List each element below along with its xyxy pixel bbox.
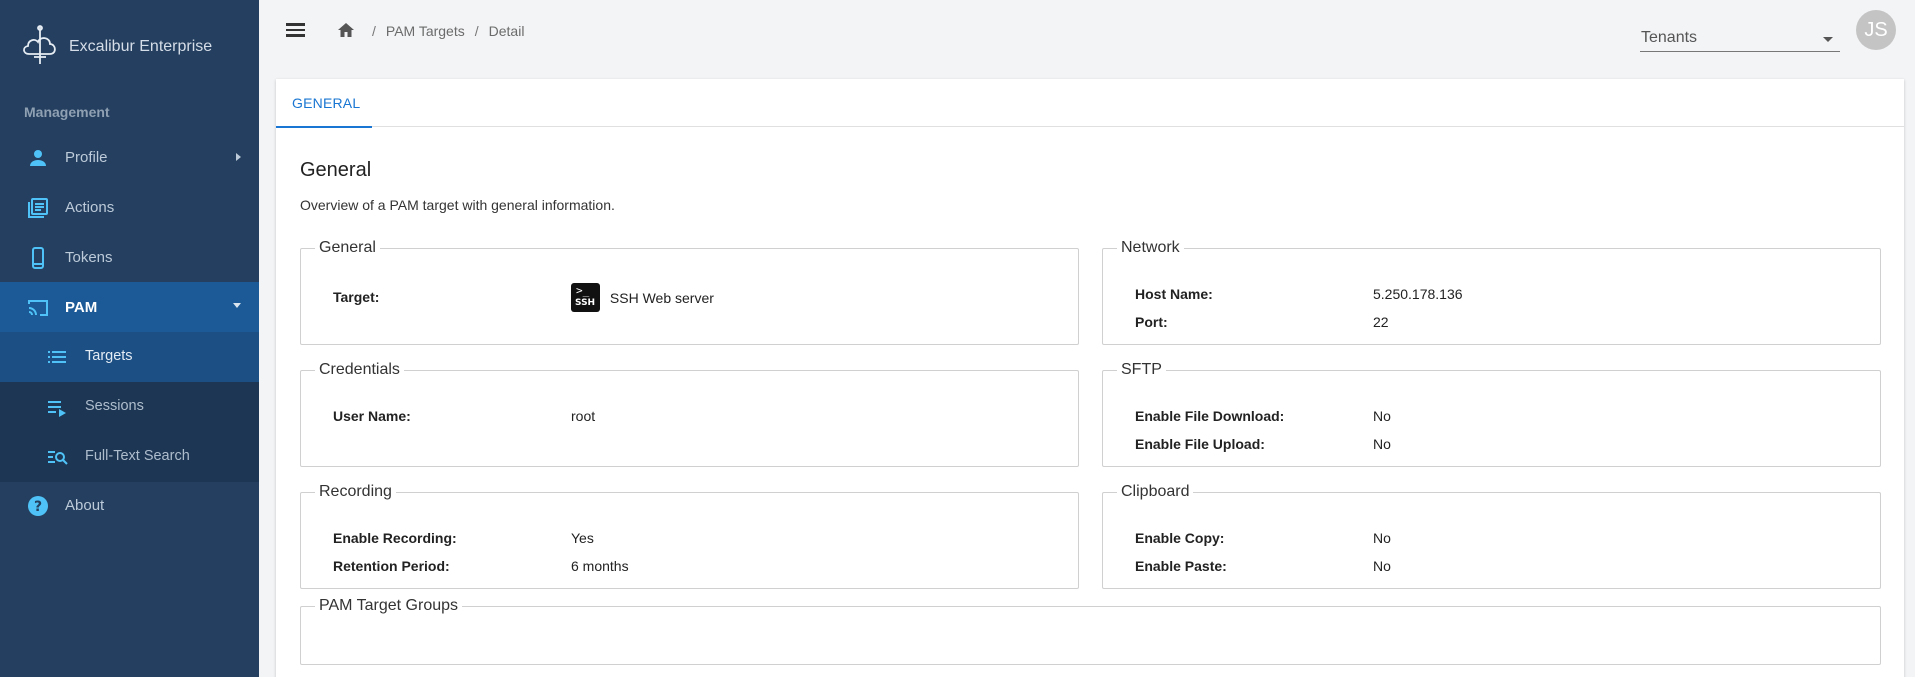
page-subtitle: Overview of a PAM target with general in…	[300, 197, 615, 213]
section-legend: Recording	[319, 483, 392, 500]
tab-general[interactable]: GENERAL	[276, 79, 372, 128]
breadcrumb: / PAM Targets / Detail	[372, 23, 525, 39]
search-list-icon	[46, 446, 68, 468]
paste-value: No	[1373, 558, 1391, 574]
list-icon	[46, 346, 68, 368]
copy-value: No	[1373, 530, 1391, 546]
sidebar-item-label: About	[65, 496, 105, 514]
sidebar-item-label: Profile	[65, 148, 108, 166]
tab-bar: GENERAL	[276, 79, 1904, 128]
sidebar-subitem-label: Full-Text Search	[85, 448, 190, 464]
sidebar-subitem-full-text-search[interactable]: Full-Text Search	[0, 432, 259, 482]
sidebar-item-about[interactable]: ? About	[0, 480, 259, 530]
section-label-management: Management	[24, 104, 110, 120]
host-name-value: 5.250.178.136	[1373, 286, 1463, 302]
person-icon	[26, 146, 50, 170]
menu-icon[interactable]	[284, 20, 308, 42]
credentials-section: Credentials User Name: root	[300, 361, 1079, 467]
svg-text:?: ?	[34, 499, 42, 515]
dropdown-arrow-icon	[1823, 37, 1833, 42]
help-icon: ?	[26, 494, 50, 518]
detail-card: GENERAL General Overview of a PAM target…	[276, 79, 1904, 677]
section-legend: SFTP	[1121, 361, 1162, 378]
sidebar-item-tokens[interactable]: Tokens	[0, 232, 259, 282]
sidebar-subitem-targets[interactable]: Targets	[0, 332, 259, 382]
sidebar-item-pam[interactable]: PAM	[0, 282, 259, 332]
cast-icon	[26, 296, 50, 320]
retention-value: 6 months	[571, 558, 629, 574]
sidebar-item-actions[interactable]: Actions	[0, 182, 259, 232]
user-name-value: root	[571, 408, 596, 424]
section-legend: General	[319, 239, 376, 256]
cloud-sword-logo-icon	[20, 24, 60, 71]
recording-value: Yes	[571, 530, 594, 546]
sidebar-item-label: Tokens	[65, 248, 113, 266]
tenants-select[interactable]: Tenants	[1640, 20, 1840, 52]
page-title: General	[300, 159, 372, 181]
target-value: SSH Web server	[609, 289, 714, 306]
file-download-value: No	[1373, 408, 1391, 424]
sidebar-subitem-label: Sessions	[85, 398, 144, 414]
breadcrumb-detail: Detail	[488, 23, 525, 39]
tenants-label: Tenants	[1641, 29, 1698, 46]
sidebar-subitem-label: Targets	[85, 348, 133, 364]
port-value: 22	[1373, 314, 1389, 330]
chevron-right-icon	[236, 153, 241, 161]
section-legend: PAM Target Groups	[319, 597, 459, 614]
section-legend: Network	[1121, 239, 1180, 256]
phone-icon	[26, 246, 50, 270]
breadcrumb-pam-targets[interactable]: PAM Targets	[386, 23, 465, 39]
network-section: Network Host Name: 5.250.178.136 Port: 2…	[1102, 239, 1881, 345]
section-legend: Clipboard	[1121, 483, 1190, 500]
pam-target-groups-section: PAM Target Groups	[300, 597, 1881, 665]
general-section: General Target: >_ SSH SSH Web server	[300, 239, 1079, 345]
actions-icon	[26, 196, 50, 220]
sidebar-subitem-sessions[interactable]: Sessions	[0, 382, 259, 432]
tab-indicator	[276, 126, 372, 128]
file-upload-value: No	[1373, 436, 1391, 452]
brand-name: Excalibur Enterprise	[69, 38, 213, 55]
clipboard-section: Clipboard Enable Copy: No Enable Paste: …	[1102, 483, 1881, 589]
playlist-icon	[46, 396, 68, 418]
sidebar: Excalibur Enterprise Management Profile …	[0, 0, 259, 677]
avatar[interactable]: JS	[1856, 10, 1896, 50]
sidebar-item-label: Actions	[65, 198, 115, 216]
ssh-terminal-icon: >_ SSH	[571, 283, 600, 312]
home-icon[interactable]	[336, 20, 356, 40]
chevron-down-icon	[233, 303, 241, 308]
section-legend: Credentials	[319, 361, 400, 378]
sidebar-item-label: PAM	[65, 298, 98, 316]
brand[interactable]: Excalibur Enterprise	[20, 24, 213, 71]
recording-section: Recording Enable Recording: Yes Retentio…	[300, 483, 1079, 589]
sftp-section: SFTP Enable File Download: No Enable Fil…	[1102, 361, 1881, 467]
sidebar-item-profile[interactable]: Profile	[0, 132, 259, 182]
